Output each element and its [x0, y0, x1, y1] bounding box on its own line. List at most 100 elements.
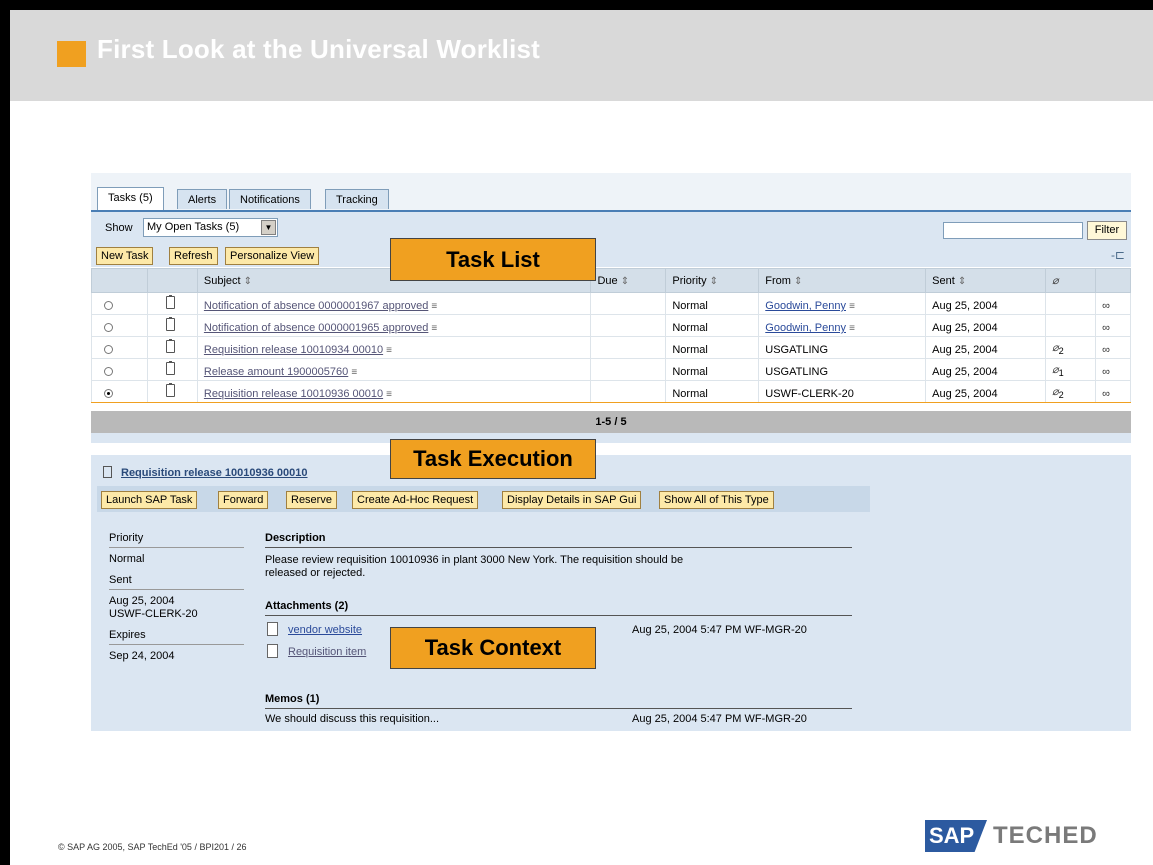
new-task-button[interactable]: New Task	[96, 247, 154, 265]
create-adhoc-request-button[interactable]: Create Ad-Hoc Request	[352, 491, 479, 509]
sender-link[interactable]: Goodwin, Penny	[765, 300, 846, 312]
personalize-view-button[interactable]: Personalize View	[225, 247, 320, 265]
divider	[265, 708, 852, 709]
details-icon[interactable]: ≡	[431, 323, 437, 334]
priority-label: Priority	[109, 532, 144, 544]
divider	[109, 547, 244, 548]
execution-toolbar: Launch SAP Task Forward Reserve Create A…	[97, 486, 870, 512]
row-links-cell: ∞	[1094, 380, 1132, 403]
header-links	[1094, 268, 1132, 293]
header-from[interactable]: From ⇕	[758, 268, 927, 293]
sap-logo-mark: SAP	[925, 820, 987, 852]
filter-input[interactable]	[943, 222, 1083, 239]
row-attachments-cell	[1045, 292, 1096, 315]
details-icon[interactable]: ≡	[849, 301, 855, 312]
row-type-cell	[146, 292, 198, 315]
link-icon[interactable]: ∞	[1102, 322, 1110, 334]
show-all-of-type-button[interactable]: Show All of This Type	[659, 491, 774, 509]
paperclip-icon[interactable]: ⌀	[1052, 386, 1059, 398]
row-subject-cell: Requisition release 10010936 00010 ≡	[196, 380, 592, 403]
link-icon[interactable]: ∞	[1102, 388, 1110, 400]
attachment-link[interactable]: vendor website	[288, 624, 362, 636]
task-subject-link[interactable]: Release amount 1900005760	[204, 366, 348, 378]
description-text: Please review requisition 10010936 in pl…	[265, 554, 684, 579]
launch-sap-task-button[interactable]: Launch SAP Task	[101, 491, 198, 509]
header-priority[interactable]: Priority ⇕	[665, 268, 760, 293]
row-select-cell	[91, 358, 148, 381]
attachment-count: 1	[1058, 368, 1064, 378]
show-dropdown[interactable]: My Open Tasks (5) ▼	[143, 218, 278, 237]
task-subject-link[interactable]: Requisition release 10010934 00010	[204, 344, 383, 356]
sort-icon[interactable]: ⇕	[710, 276, 718, 287]
sent-user: USWF-CLERK-20	[109, 608, 198, 620]
table-row[interactable]: Requisition release 10010934 00010 ≡ Nor…	[91, 336, 1132, 359]
row-from-cell: Goodwin, Penny ≡	[758, 292, 927, 315]
task-execution-title[interactable]: Requisition release 10010936 00010	[121, 467, 308, 479]
clipboard-icon	[165, 295, 175, 309]
row-due-cell	[590, 336, 667, 359]
details-icon[interactable]: ≡	[351, 367, 357, 378]
row-type-cell	[146, 314, 198, 337]
paperclip-icon[interactable]: ⌀	[1052, 342, 1059, 354]
tab-tasks[interactable]: Tasks (5)	[97, 187, 164, 211]
document-icon	[267, 644, 278, 658]
table-row[interactable]: Notification of absence 0000001967 appro…	[91, 292, 1132, 315]
pager[interactable]: 1-5 / 5	[91, 411, 1131, 433]
sort-icon[interactable]: ⇕	[794, 276, 802, 287]
clipboard-icon	[165, 383, 175, 397]
row-sent-cell: Aug 25, 2004	[925, 336, 1047, 359]
reserve-button[interactable]: Reserve	[286, 491, 337, 509]
details-icon[interactable]: ≡	[849, 323, 855, 334]
row-radio[interactable]	[104, 301, 113, 310]
row-subject-cell: Notification of absence 0000001965 appro…	[196, 314, 592, 337]
row-due-cell	[590, 314, 667, 337]
row-sent-cell: Aug 25, 2004	[925, 358, 1047, 381]
table-row[interactable]: Release amount 1900005760 ≡ Normal USGAT…	[91, 358, 1132, 381]
row-radio-selected[interactable]	[104, 389, 113, 398]
tab-alerts[interactable]: Alerts	[177, 189, 228, 209]
row-radio[interactable]	[104, 345, 113, 354]
row-subject-cell: Release amount 1900005760 ≡	[196, 358, 592, 381]
row-due-cell	[590, 380, 667, 403]
header-sent[interactable]: Sent ⇕	[925, 268, 1047, 293]
task-subject-link[interactable]: Notification of absence 0000001967 appro…	[204, 300, 428, 312]
header-due[interactable]: Due ⇕	[590, 268, 667, 293]
link-icon[interactable]: ∞	[1102, 300, 1110, 312]
row-links-cell: ∞	[1094, 314, 1132, 337]
details-icon[interactable]: ≡	[386, 345, 392, 356]
task-subject-link[interactable]: Notification of absence 0000001965 appro…	[204, 322, 428, 334]
sort-icon[interactable]: ⇕	[958, 276, 966, 287]
sort-icon[interactable]: ⇕	[621, 276, 629, 287]
filter-button[interactable]: Filter	[1087, 221, 1127, 240]
row-due-cell	[590, 292, 667, 315]
row-radio[interactable]	[104, 323, 113, 332]
memos-heading: Memos (1)	[265, 693, 320, 705]
chevron-down-icon[interactable]: ▼	[261, 220, 276, 235]
table-row-selected[interactable]: Requisition release 10010936 00010 ≡ Nor…	[91, 380, 1132, 403]
teched-wordmark: TECHED	[993, 822, 1098, 849]
attachment-link[interactable]: Requisition item	[288, 646, 366, 658]
forward-button[interactable]: Forward	[218, 491, 269, 509]
sender-link[interactable]: Goodwin, Penny	[765, 322, 846, 334]
table-header-row: Subject ⇕ Due ⇕ Priority ⇕ From ⇕ Sent ⇕…	[91, 268, 1132, 293]
task-subject-link[interactable]: Requisition release 10010936 00010	[204, 388, 383, 400]
filter-bar: Show My Open Tasks (5) ▼ Filter	[91, 212, 1131, 242]
row-from-cell: USGATLING	[758, 358, 927, 381]
task-execution-callout: Task Execution	[390, 439, 596, 479]
table-row[interactable]: Notification of absence 0000001965 appro…	[91, 314, 1132, 337]
details-icon[interactable]: ≡	[386, 389, 392, 400]
link-icon[interactable]: ∞	[1102, 366, 1110, 378]
refresh-button[interactable]: Refresh	[169, 247, 218, 265]
paperclip-icon[interactable]: ⌀	[1052, 364, 1059, 376]
row-radio[interactable]	[104, 367, 113, 376]
attachment-count: 2	[1058, 346, 1064, 356]
display-details-sapgui-button[interactable]: Display Details in SAP Gui	[502, 491, 642, 509]
tab-tracking[interactable]: Tracking	[325, 189, 389, 209]
sort-icon[interactable]: ⇕	[244, 276, 252, 287]
plug-icon[interactable]: -⊏	[1111, 248, 1125, 262]
tab-notifications[interactable]: Notifications	[229, 189, 311, 209]
row-from-cell: Goodwin, Penny ≡	[758, 314, 927, 337]
link-icon[interactable]: ∞	[1102, 344, 1110, 356]
row-type-cell	[146, 336, 198, 359]
details-icon[interactable]: ≡	[431, 301, 437, 312]
